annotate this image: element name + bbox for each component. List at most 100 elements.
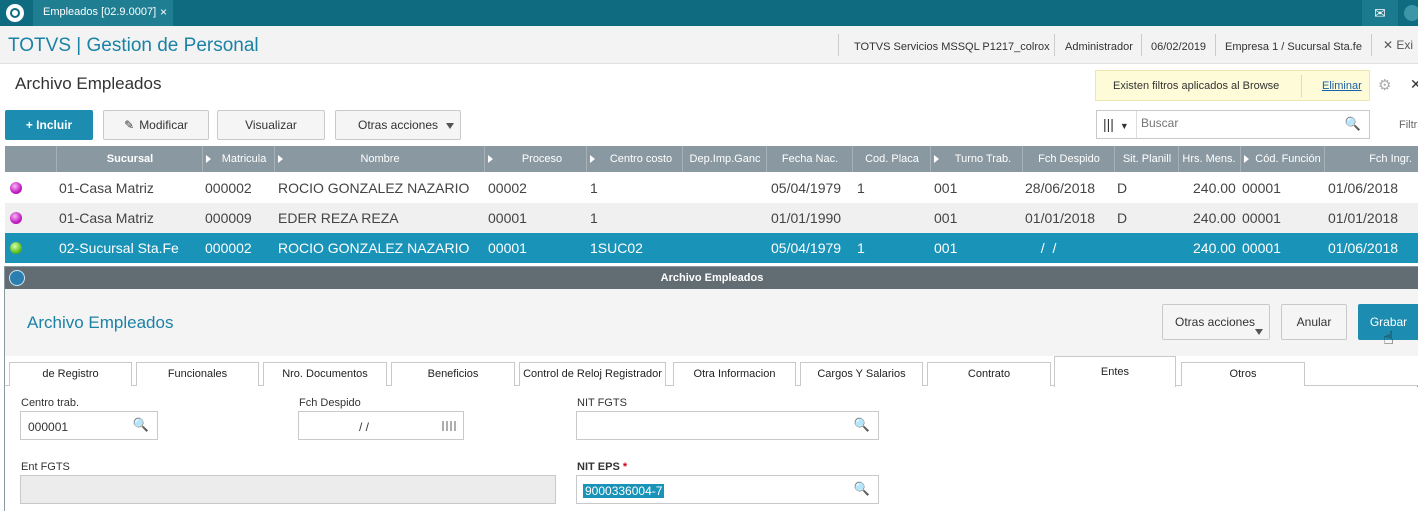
grid-header-cell[interactable]: Fch Despido [1023,146,1115,172]
view-button[interactable]: Visualizar [217,110,325,140]
table-cell: 01/01/2018 [1328,210,1399,226]
table-cell: 28/06/2018 [1025,180,1096,196]
table-cell: 01/06/2018 [1328,180,1399,196]
top-bar: Empleados [02.9.0007] × ✉ [0,0,1418,26]
cancel-button[interactable]: Anular [1281,304,1347,340]
search-icon[interactable]: 🔍 [854,417,870,433]
totvs-logo-icon[interactable] [6,4,24,22]
divider [1301,75,1302,97]
nit-fgts-label: NIT FGTS [577,397,627,409]
tab-otros[interactable]: Otros [1181,362,1305,386]
tab-close-icon[interactable]: × [160,5,167,19]
app-icon [9,270,25,286]
table-row[interactable]: 01-Casa Matriz 000009 EDER REZA REZA 000… [5,203,1418,233]
ent-fgts-label: Ent FGTS [21,461,70,473]
dialog-title: Archivo Empleados [27,313,174,332]
divider [838,34,839,56]
tab-cargos-salarios[interactable]: Cargos Y Salarios [800,362,923,386]
remove-filter-link[interactable]: Eliminar [1322,80,1362,92]
status-legend-icon [10,242,22,254]
sort-arrow-icon [590,155,595,163]
status-legend-icon [10,212,22,224]
nit-eps-label: NIT EPS * [577,461,628,473]
fch-despido-field[interactable]: / / [298,411,464,440]
search-input[interactable] [1141,116,1331,130]
user-name: Administrador [1065,41,1133,53]
tab-contrato[interactable]: Contrato [927,362,1051,386]
columns-selector-icon[interactable]: ||| ▼ [1097,111,1137,138]
server-info: TOTVS Servicios MSSQL P1217_colrox [854,41,1050,53]
tab-entes[interactable]: Entes [1054,356,1176,387]
tab-otra-informacion[interactable]: Otra Informacion [673,362,796,386]
grid-header: Sucursal Matricula Nombre Proceso Centro… [5,146,1418,172]
table-cell: 1 [857,180,865,196]
grid-header-cell[interactable]: Fch Ingr. [1325,146,1418,172]
search-box: |||▼ 🔍 [1096,110,1370,139]
grid-header-cell[interactable]: Centro costo [587,146,683,172]
search-icon[interactable]: 🔍 [854,481,870,497]
table-cell: 05/04/1979 [771,180,842,196]
nit-eps-field[interactable]: 9000336004-7 🔍 [576,475,879,504]
table-cell: 240.00 [1193,180,1236,196]
grid-header-status [5,146,57,172]
include-button[interactable]: + Incluir [5,110,93,140]
calendar-icon[interactable] [442,421,456,431]
grid-header-cell[interactable]: Fecha Nac. [767,146,853,172]
table-cell: 00001 [1242,180,1281,196]
table-cell: ROCIO GONZALEZ NAZARIO [278,180,470,196]
centro-trab-value: 000001 [28,420,69,434]
other-actions-button[interactable]: Otras acciones [335,110,461,140]
divider [1141,34,1142,56]
divider [1054,34,1055,56]
search-icon[interactable]: 🔍 [1345,116,1361,132]
user-menu-icon[interactable] [1404,5,1418,21]
table-cell: 05/04/1979 [771,240,842,256]
table-cell: 001 [934,180,958,196]
sort-arrow-icon [934,155,939,163]
tab-funcionales[interactable]: Funcionales [136,362,259,386]
gear-icon[interactable]: ⚙ [1378,76,1391,94]
sort-arrow-icon [488,155,493,163]
app-header: TOTVS | Gestion de Personal TOTVS Servic… [0,26,1418,64]
mail-icon[interactable]: ✉ [1362,0,1398,26]
grid-header-cell[interactable]: Hrs. Mens. [1179,146,1241,172]
search-icon[interactable]: 🔍 [133,417,149,433]
grid-header-cell[interactable]: Sit. Planill [1115,146,1179,172]
grid-header-cell[interactable]: Cod. Placa [853,146,931,172]
nit-fgts-field[interactable]: 🔍 [576,411,879,440]
tab-beneficios[interactable]: Beneficios [391,362,515,386]
sort-arrow-icon [1244,155,1249,163]
tab-control-reloj[interactable]: Control de Reloj Registrador [519,362,666,386]
employee-dialog: Archivo Empleados Archivo Empleados Otra… [4,266,1418,511]
pencil-icon: ✎ [124,118,135,132]
table-row[interactable]: 01-Casa Matriz 000002 ROCIO GONZALEZ NAZ… [5,173,1418,203]
exit-button[interactable]: ✕ Exi [1383,38,1413,52]
table-cell: 00001 [1242,240,1281,256]
grid-header-cell[interactable]: Dep.Imp.Ganc [683,146,767,172]
nit-eps-value: 9000336004-7 [583,484,665,498]
other-actions-label: Otras acciones [358,118,439,132]
tab-empleados[interactable]: Empleados [02.9.0007] × [33,0,173,26]
table-cell: D [1117,210,1128,226]
table-row-selected[interactable]: 02-Sucursal Sta.Fe 000002 ROCIO GONZALEZ… [5,233,1418,263]
dialog-bar-title: Archivo Empleados [660,272,764,284]
close-icon[interactable]: ✕ [1410,76,1418,93]
dialog-other-actions-button[interactable]: Otras acciones [1162,304,1270,340]
grid-header-cell[interactable]: Matricula [203,146,275,172]
table-cell: 00002 [488,180,527,196]
company-info: Empresa 1 / Sucursal Sta.fe [1225,41,1362,53]
grid-header-cell[interactable]: Nombre [275,146,485,172]
filter-label[interactable]: Filtra [1399,119,1418,131]
table-cell: 00001 [1242,210,1281,226]
table-cell: 000009 [205,210,252,226]
grid-header-cell[interactable]: Proceso [485,146,587,172]
grid-header-cell[interactable]: Turno Trab. [931,146,1023,172]
modify-button[interactable]: ✎ Modificar [103,110,209,140]
centro-trab-field[interactable]: 000001 🔍 [20,411,158,440]
grid-header-cell[interactable]: Sucursal [57,146,203,172]
tab-nro-documentos[interactable]: Nro. Documentos [263,362,387,386]
divider [1215,34,1216,56]
grid-header-cell[interactable]: Cód. Función [1241,146,1325,172]
tab-registro[interactable]: de Registro [9,362,132,386]
filter-notice-text: Existen filtros aplicados al Browse [1113,80,1280,92]
